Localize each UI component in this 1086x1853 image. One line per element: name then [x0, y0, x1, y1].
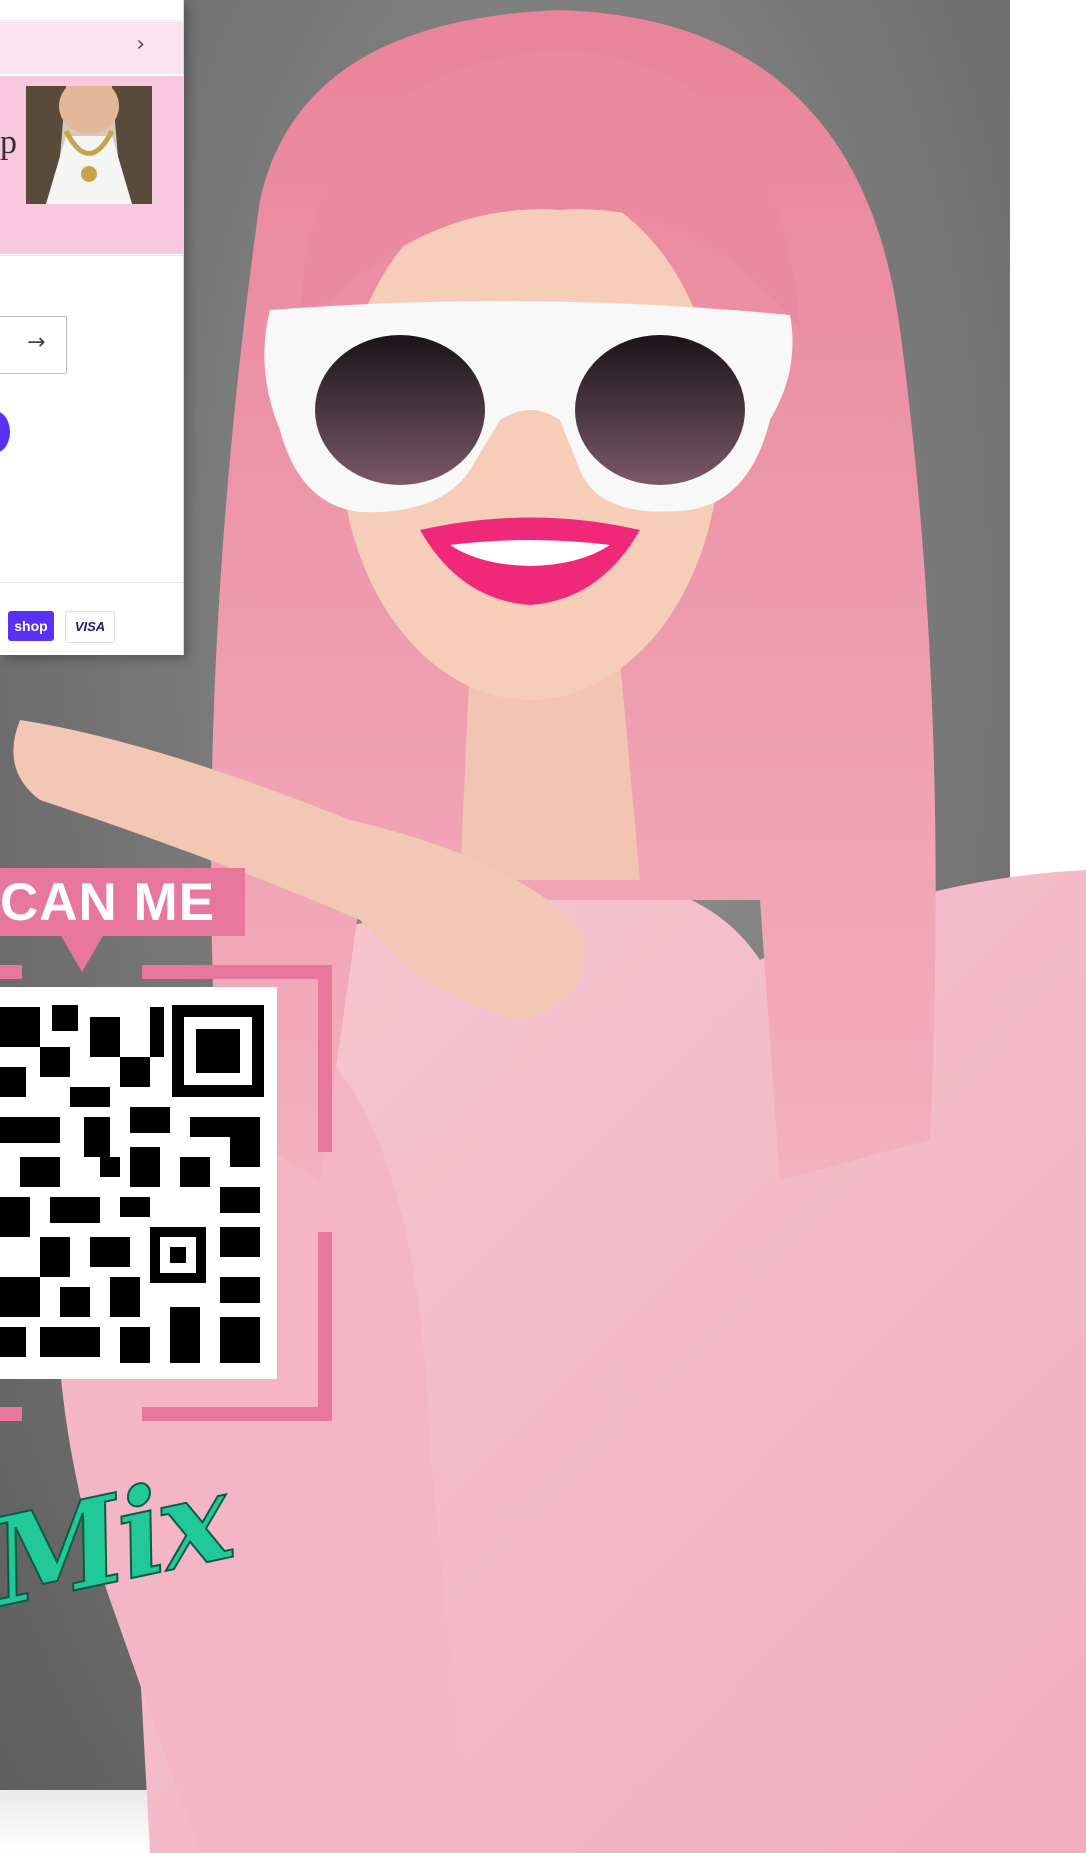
arrow-right-icon[interactable]: → — [27, 330, 45, 355]
shop-pay-button[interactable] — [0, 411, 10, 453]
phone-top-bar — [0, 0, 183, 21]
scan-me-label: CAN ME — [0, 873, 216, 932]
promo-text: p — [0, 124, 17, 161]
qr-code[interactable] — [0, 987, 277, 1379]
visa-badge: VISA — [65, 611, 115, 643]
divider — [0, 255, 183, 256]
shop-pay-badge: shop — [8, 611, 54, 641]
announcement-banner[interactable] — [0, 22, 183, 74]
phone-screenshot: › p → shop VISA — [0, 0, 184, 655]
necklace-thumbnail — [26, 86, 152, 204]
footer-divider — [0, 582, 183, 583]
chevron-right-icon[interactable]: › — [136, 32, 145, 57]
